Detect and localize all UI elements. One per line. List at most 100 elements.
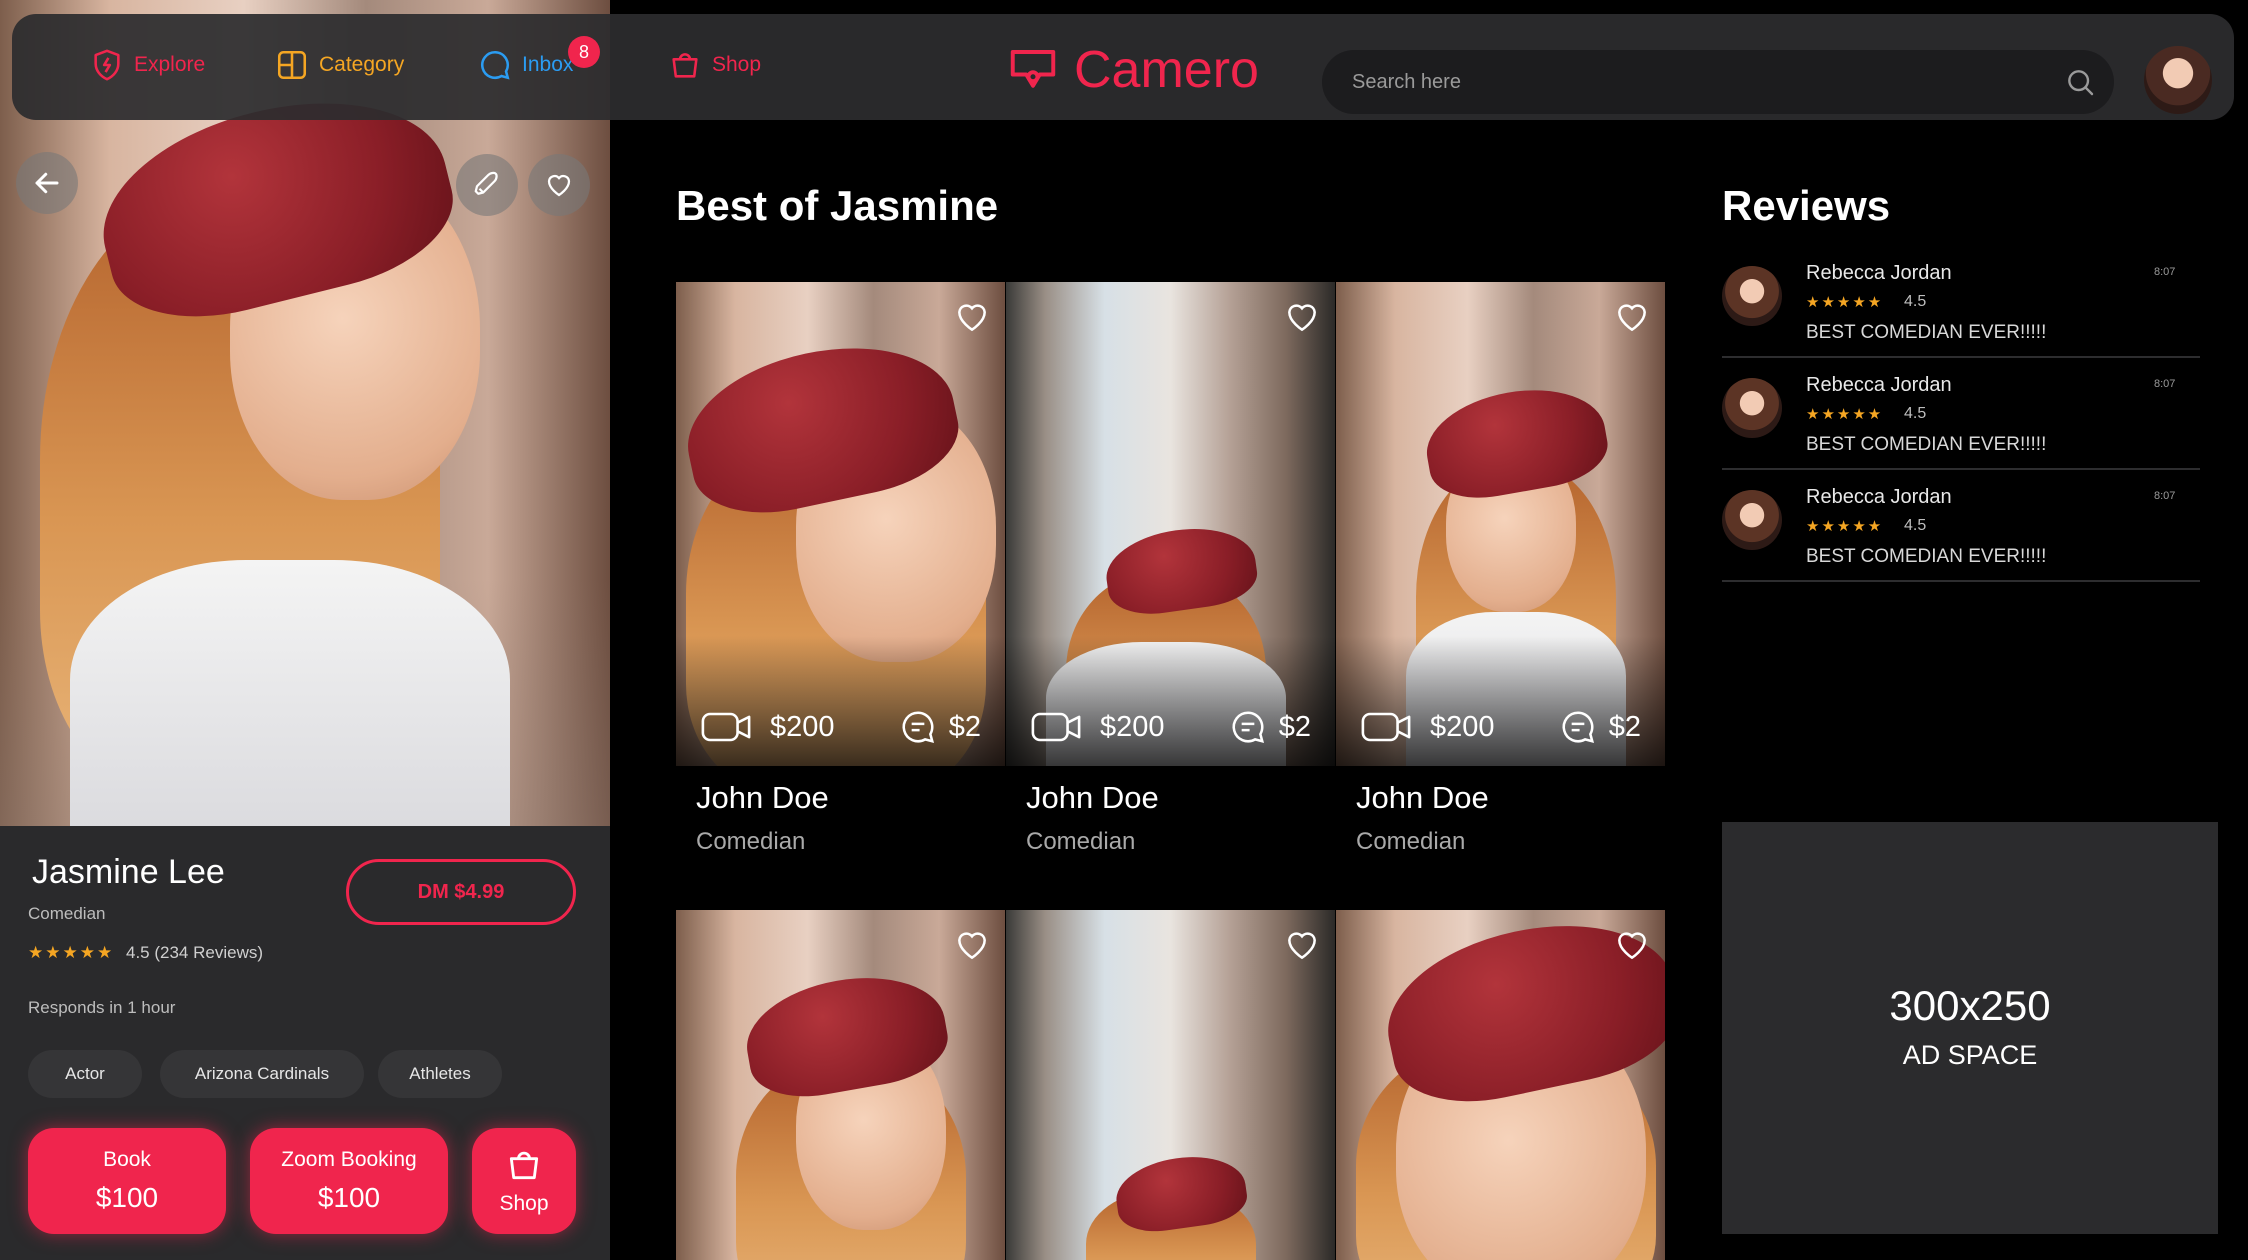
chat-price: $2	[1608, 710, 1641, 743]
review-item: Rebecca Jordan 8:07 ★★★★★ 4.5 BEST COMED…	[1722, 246, 2200, 358]
search-input[interactable]	[1322, 50, 2114, 114]
shopping-bag-icon	[509, 1151, 539, 1180]
ad-space[interactable]: 300x250 AD SPACE	[1722, 822, 2218, 1234]
card-role: Comedian	[696, 828, 806, 855]
book-button-price: $100	[95, 1182, 159, 1213]
nav-shop[interactable]: Shop	[668, 48, 761, 82]
review-text: BEST COMEDIAN EVER!!!!!	[1806, 434, 2047, 455]
review-stars: ★★★★★	[1806, 406, 1884, 423]
review-time: 8:07	[2154, 266, 2176, 278]
review-rating: 4.5	[1904, 405, 1927, 422]
zoom-booking-label: Zoom Booking	[281, 1148, 417, 1171]
card-role: Comedian	[1026, 828, 1136, 855]
tag-arizona-cardinals[interactable]: Arizona Cardinals	[160, 1050, 364, 1098]
video-price: $200	[1100, 710, 1165, 743]
price-row: $200 $2	[1360, 708, 1641, 746]
tag-athletes[interactable]: Athletes	[378, 1050, 502, 1098]
inbox-count-badge: 8	[568, 36, 600, 68]
heart-icon[interactable]	[1283, 298, 1321, 336]
favorite-button[interactable]	[528, 154, 590, 216]
video-camera-icon	[701, 712, 751, 742]
dm-button[interactable]: DM $4.99	[346, 859, 576, 925]
review-time: 8:07	[2154, 490, 2176, 502]
reviewer-avatar[interactable]	[1722, 490, 1782, 550]
reviews-title: Reviews	[1722, 182, 1891, 229]
response-time: Responds in 1 hour	[28, 998, 176, 1017]
nav-inbox-label: Inbox	[522, 53, 574, 76]
chat-bubble-icon	[902, 711, 934, 744]
review-time: 8:07	[2154, 378, 2176, 390]
nav-category-label: Category	[319, 53, 405, 76]
review-text: BEST COMEDIAN EVER!!!!!	[1806, 322, 2047, 343]
arrow-left-icon	[35, 172, 59, 194]
chat-price: $2	[948, 710, 981, 743]
video-camera-icon	[1361, 712, 1411, 742]
card-role: Comedian	[1356, 828, 1466, 855]
nav-inbox[interactable]: Inbox 8	[478, 36, 600, 82]
profile-name: Jasmine Lee	[32, 853, 225, 891]
profile-panel: Jasmine Lee Comedian ★★★★★ 4.5 (234 Revi…	[0, 0, 610, 1260]
media-card[interactable]: $200 $2	[676, 282, 1005, 766]
nav-explore[interactable]: Explore	[90, 48, 205, 82]
share-button[interactable]	[456, 154, 518, 216]
review-rating: 4.5	[1904, 517, 1927, 534]
review-text: BEST COMEDIAN EVER!!!!!	[1806, 546, 2047, 567]
price-row: $200 $2	[700, 708, 981, 746]
search-icon[interactable]	[2064, 66, 2096, 98]
profile-role: Comedian	[28, 904, 106, 923]
rocket-icon	[474, 171, 498, 195]
price-row: $200 $2	[1030, 708, 1311, 746]
grid-icon	[277, 50, 307, 80]
media-card[interactable]: $200 $2	[1336, 282, 1665, 766]
heart-icon	[547, 174, 571, 197]
media-card[interactable]: $200 $2	[1006, 282, 1335, 766]
book-button-label: Book	[103, 1148, 151, 1171]
best-of-title: Best of Jasmine	[676, 182, 999, 229]
card-name: John Doe	[1026, 780, 1159, 815]
card-name: John Doe	[1356, 780, 1489, 815]
app-logo-text: Camero	[1074, 41, 1259, 99]
card-name: John Doe	[696, 780, 829, 815]
review-item: Rebecca Jordan 8:07 ★★★★★ 4.5 BEST COMED…	[1722, 470, 2200, 582]
media-card[interactable]	[1006, 910, 1335, 1260]
chat-bubble-icon	[1562, 711, 1594, 744]
heart-icon[interactable]	[1613, 298, 1651, 336]
review-item: Rebecca Jordan 8:07 ★★★★★ 4.5 BEST COMED…	[1722, 358, 2200, 470]
ad-label: AD SPACE	[1902, 1040, 2038, 1070]
video-price: $200	[1430, 710, 1495, 743]
shield-bolt-icon	[94, 49, 120, 81]
reviewer-name: Rebecca Jordan	[1806, 486, 1952, 508]
heart-icon[interactable]	[953, 926, 991, 964]
nav-shop-label: Shop	[712, 53, 762, 76]
heart-icon[interactable]	[1283, 926, 1321, 964]
user-avatar[interactable]	[2144, 46, 2212, 114]
review-stars: ★★★★★	[1806, 294, 1884, 311]
zoom-booking-price: $100	[317, 1182, 381, 1213]
heart-icon[interactable]	[1613, 926, 1651, 964]
review-stars: ★★★★★	[1806, 518, 1884, 535]
reviewer-name: Rebecca Jordan	[1806, 262, 1952, 284]
media-card[interactable]	[1336, 910, 1665, 1260]
chat-price: $2	[1278, 710, 1311, 743]
shop-button[interactable]: Shop	[472, 1128, 576, 1234]
reviewer-name: Rebecca Jordan	[1806, 374, 1952, 396]
video-camera-icon	[1031, 712, 1081, 742]
review-rating: 4.5	[1904, 293, 1927, 310]
profile-hero-photo	[0, 0, 610, 826]
reviewer-avatar[interactable]	[1722, 378, 1782, 438]
tag-actor[interactable]: Actor	[28, 1050, 142, 1098]
book-button[interactable]: Book $100	[28, 1128, 226, 1234]
nav-explore-label: Explore	[134, 53, 206, 76]
camero-logo-icon	[1010, 50, 1056, 88]
nav-category[interactable]: Category	[275, 48, 404, 82]
app-logo[interactable]: Camero	[1006, 40, 1259, 100]
chat-bubble-icon	[1232, 711, 1264, 744]
zoom-booking-button[interactable]: Zoom Booking $100	[250, 1128, 448, 1234]
reviewer-avatar[interactable]	[1722, 266, 1782, 326]
heart-icon[interactable]	[953, 298, 991, 336]
shopping-bag-icon	[672, 53, 698, 78]
top-navigation-bar: Explore Category Inbox 8 Shop Camero	[12, 14, 2234, 120]
media-card[interactable]	[676, 910, 1005, 1260]
shop-button-label: Shop	[499, 1192, 549, 1215]
back-button[interactable]	[16, 152, 78, 214]
